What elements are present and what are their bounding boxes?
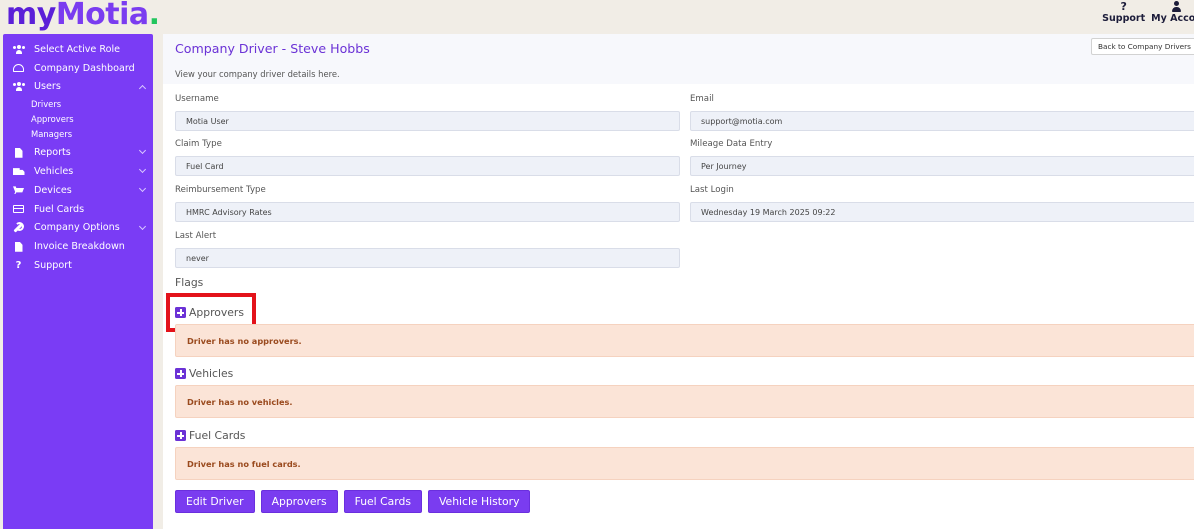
sidebar-item-users[interactable]: Users <box>3 78 153 97</box>
dashboard-icon <box>12 63 25 73</box>
chevron-down-icon <box>138 184 147 193</box>
top-links: ? Support My Accou <box>1102 0 1194 25</box>
document-icon <box>12 241 25 252</box>
username-label: Username <box>175 94 219 104</box>
reimbursement-field[interactable]: HMRC Advisory Rates <box>175 202 680 222</box>
vehicles-toggle[interactable]: Vehicles <box>175 367 233 380</box>
question-icon: ? <box>1120 0 1127 13</box>
sidebar-item-fuel-cards[interactable]: Fuel Cards <box>3 200 153 219</box>
plus-icon <box>175 307 186 318</box>
user-icon <box>1171 1 1183 13</box>
vehicles-alert: Driver has no vehicles. <box>175 385 1194 418</box>
sidebar-subitem-managers[interactable]: Managers <box>3 126 153 141</box>
page-title: Company Driver - Steve Hobbs <box>175 41 370 56</box>
last-alert-field[interactable]: never <box>175 248 680 268</box>
last-login-label: Last Login <box>690 185 734 195</box>
last-login-field-group: Last Login Wednesday 19 March 2025 09:22 <box>690 184 1194 222</box>
sidebar-item-dashboard[interactable]: Company Dashboard <box>3 59 153 78</box>
username-field-group: Username Motia User <box>175 93 680 131</box>
edit-driver-button[interactable]: Edit Driver <box>175 490 255 513</box>
chevron-down-icon <box>138 222 147 230</box>
fuel-cards-toggle[interactable]: Fuel Cards <box>175 429 245 442</box>
chevron-up-icon <box>138 84 147 92</box>
chevron-down-icon <box>138 147 147 155</box>
flags-heading: Flags <box>175 276 204 289</box>
document-icon <box>12 147 25 158</box>
sidebar-subitem-approvers[interactable]: Approvers <box>3 111 153 126</box>
last-alert-field-group: Last Alert never <box>175 230 680 268</box>
mileage-label: Mileage Data Entry <box>690 139 773 149</box>
page-header: Company Driver - Steve Hobbs View your c… <box>163 34 1194 84</box>
sidebar: Select Active Role Company Dashboard Use… <box>3 34 153 529</box>
action-buttons: Edit Driver Approvers Fuel Cards Vehicle… <box>175 490 531 513</box>
chevron-down-icon <box>138 166 147 174</box>
mileage-field-group: Mileage Data Entry Per Journey <box>690 138 1194 176</box>
cart-icon <box>12 185 25 195</box>
question-icon: ? <box>15 260 22 272</box>
reimbursement-label: Reimbursement Type <box>175 185 266 195</box>
sidebar-item-invoice-breakdown[interactable]: Invoice Breakdown <box>3 237 153 256</box>
email-label: Email <box>690 94 714 104</box>
users-icon <box>12 44 25 54</box>
sidebar-item-support[interactable]: ? Support <box>3 256 153 275</box>
main-panel: Company Driver - Steve Hobbs View your c… <box>163 34 1194 529</box>
sidebar-item-company-options[interactable]: Company Options <box>3 219 153 238</box>
wrench-icon <box>12 222 25 233</box>
email-field[interactable]: support@motia.com <box>690 111 1194 131</box>
sidebar-item-reports[interactable]: Reports <box>3 143 153 162</box>
claim-type-label: Claim Type <box>175 139 222 149</box>
vehicle-history-button[interactable]: Vehicle History <box>428 490 531 513</box>
top-header: myMotia. ? Support My Accou <box>0 0 1194 34</box>
mileage-field[interactable]: Per Journey <box>690 156 1194 176</box>
sidebar-item-select-role[interactable]: Select Active Role <box>3 40 153 59</box>
approvers-button[interactable]: Approvers <box>260 490 338 513</box>
sidebar-item-vehicles[interactable]: Vehicles <box>3 162 153 181</box>
sidebar-item-devices[interactable]: Devices <box>3 181 153 200</box>
users-icon <box>12 82 25 92</box>
truck-icon <box>12 167 25 177</box>
fuel-cards-button[interactable]: Fuel Cards <box>343 490 422 513</box>
fuel-cards-alert: Driver has no fuel cards. <box>175 447 1194 480</box>
email-field-group: Email support@motia.com <box>690 93 1194 131</box>
credit-card-icon <box>12 204 25 214</box>
approvers-toggle[interactable]: Approvers <box>175 306 244 319</box>
last-alert-label: Last Alert <box>175 231 217 241</box>
claim-type-field[interactable]: Fuel Card <box>175 156 680 176</box>
sidebar-subitem-drivers[interactable]: Drivers <box>3 96 153 111</box>
claim-type-field-group: Claim Type Fuel Card <box>175 138 680 176</box>
username-field[interactable]: Motia User <box>175 111 680 131</box>
page-subtitle: View your company driver details here. <box>175 69 340 79</box>
last-login-field[interactable]: Wednesday 19 March 2025 09:22 <box>690 202 1194 222</box>
my-account-link[interactable]: My Accou <box>1151 0 1194 24</box>
plus-icon <box>175 430 186 441</box>
brand-logo[interactable]: myMotia. <box>6 0 160 32</box>
approvers-alert: Driver has no approvers. <box>175 324 1194 357</box>
reimbursement-field-group: Reimbursement Type HMRC Advisory Rates <box>175 184 680 222</box>
plus-icon <box>175 368 186 379</box>
support-link[interactable]: ? Support <box>1102 0 1145 25</box>
back-to-company-drivers-button[interactable]: Back to Company Drivers <box>1091 38 1194 55</box>
